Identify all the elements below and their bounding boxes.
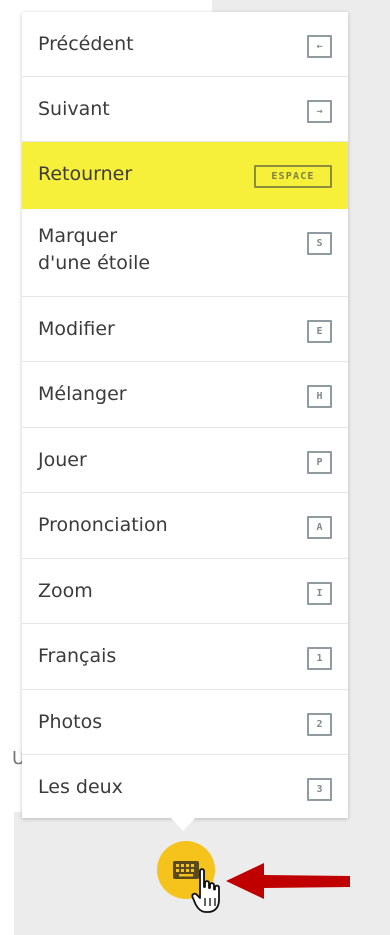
red-arrow-icon xyxy=(226,863,350,899)
menu-item-label: Prononciation xyxy=(38,514,168,536)
menu-item-les-deux[interactable]: Les deux 3 xyxy=(22,755,348,818)
shortcut-key-left-arrow: ← xyxy=(307,35,332,58)
menu-item-label: Modifier xyxy=(38,318,115,340)
shortcut-key-a: A xyxy=(307,516,332,539)
menu-item-label: Français xyxy=(38,645,117,667)
shortcut-key-3: 3 xyxy=(307,778,332,801)
shortcut-key-s: S xyxy=(307,232,332,255)
menu-item-label: Mélanger xyxy=(38,383,127,405)
shortcut-key-h: H xyxy=(307,385,332,408)
menu-item-label: Zoom xyxy=(38,580,93,602)
menu-item-label: Les deux xyxy=(38,776,123,798)
keyboard-shortcuts-menu: Précédent ← Suivant → Retourner ESPACE M… xyxy=(22,12,348,818)
menu-item-photos[interactable]: Photos 2 xyxy=(22,690,348,755)
menu-item-jouer[interactable]: Jouer P xyxy=(22,428,348,493)
menu-item-label: Jouer xyxy=(38,449,87,471)
menu-item-label: Suivant xyxy=(38,98,110,120)
menu-item-modifier[interactable]: Modifier E xyxy=(22,297,348,362)
shortcut-key-e: E xyxy=(307,320,332,343)
shortcut-key-right-arrow: → xyxy=(307,100,332,123)
menu-item-label: Retourner xyxy=(38,163,133,185)
shortcut-key-i: I xyxy=(307,582,332,605)
menu-item-label: Marquer d'une étoile xyxy=(38,225,151,274)
hand-pointer-icon xyxy=(191,868,220,913)
menu-item-retourner[interactable]: Retourner ESPACE xyxy=(22,142,348,209)
shortcut-key-2: 2 xyxy=(307,713,332,736)
shortcut-key-1: 1 xyxy=(307,647,332,670)
menu-pointer-caret xyxy=(168,815,198,831)
menu-item-label: Photos xyxy=(38,711,103,733)
shortcut-key-space: ESPACE xyxy=(254,165,332,188)
menu-item-prononciation[interactable]: Prononciation A xyxy=(22,493,348,559)
menu-item-marquer-etoile[interactable]: Marquer d'une étoile S xyxy=(22,209,348,297)
menu-item-precedent[interactable]: Précédent ← xyxy=(22,12,348,77)
menu-item-label: Précédent xyxy=(38,33,134,55)
menu-item-francais[interactable]: Français 1 xyxy=(22,624,348,690)
menu-item-melanger[interactable]: Mélanger H xyxy=(22,362,348,428)
shortcut-key-p: P xyxy=(307,451,332,474)
menu-item-zoom[interactable]: Zoom I xyxy=(22,559,348,624)
menu-item-suivant[interactable]: Suivant → xyxy=(22,77,348,142)
